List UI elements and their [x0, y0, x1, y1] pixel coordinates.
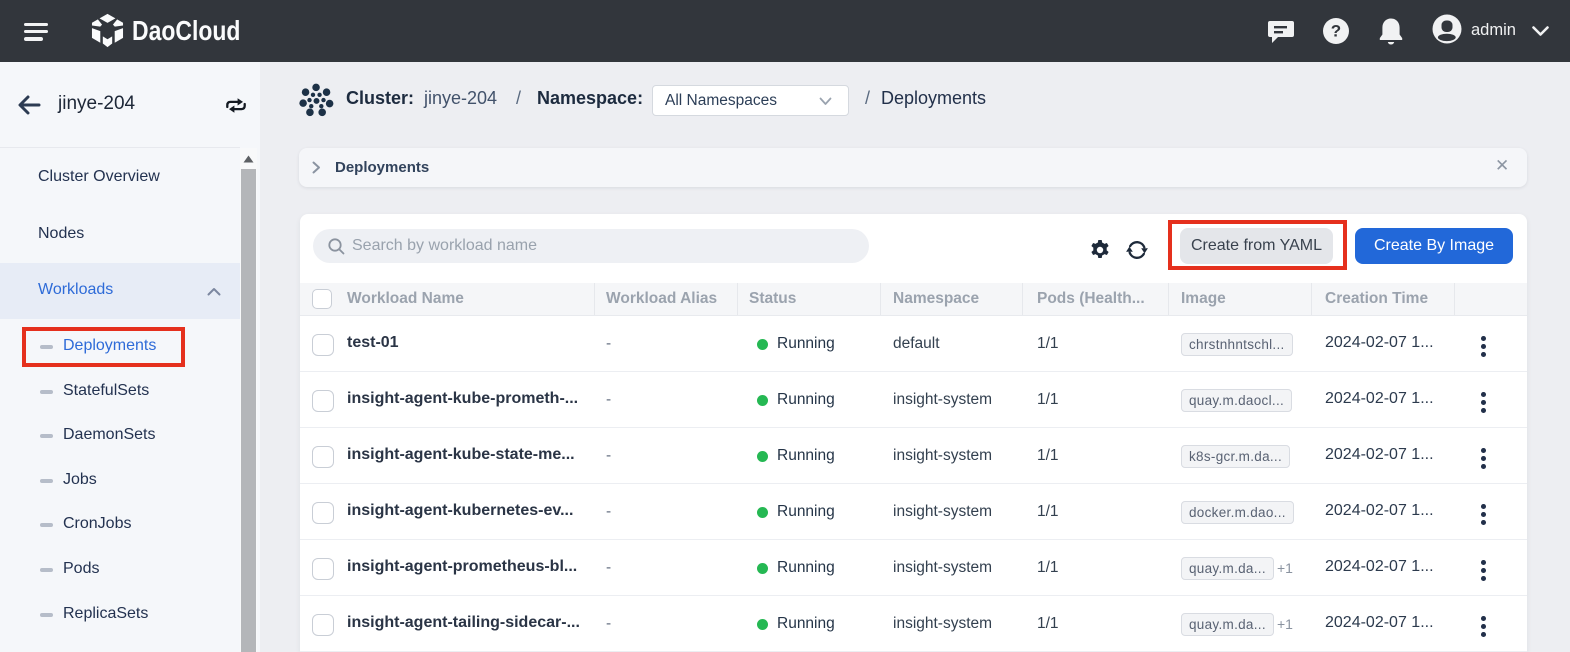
svg-text:?: ? — [1331, 22, 1341, 41]
